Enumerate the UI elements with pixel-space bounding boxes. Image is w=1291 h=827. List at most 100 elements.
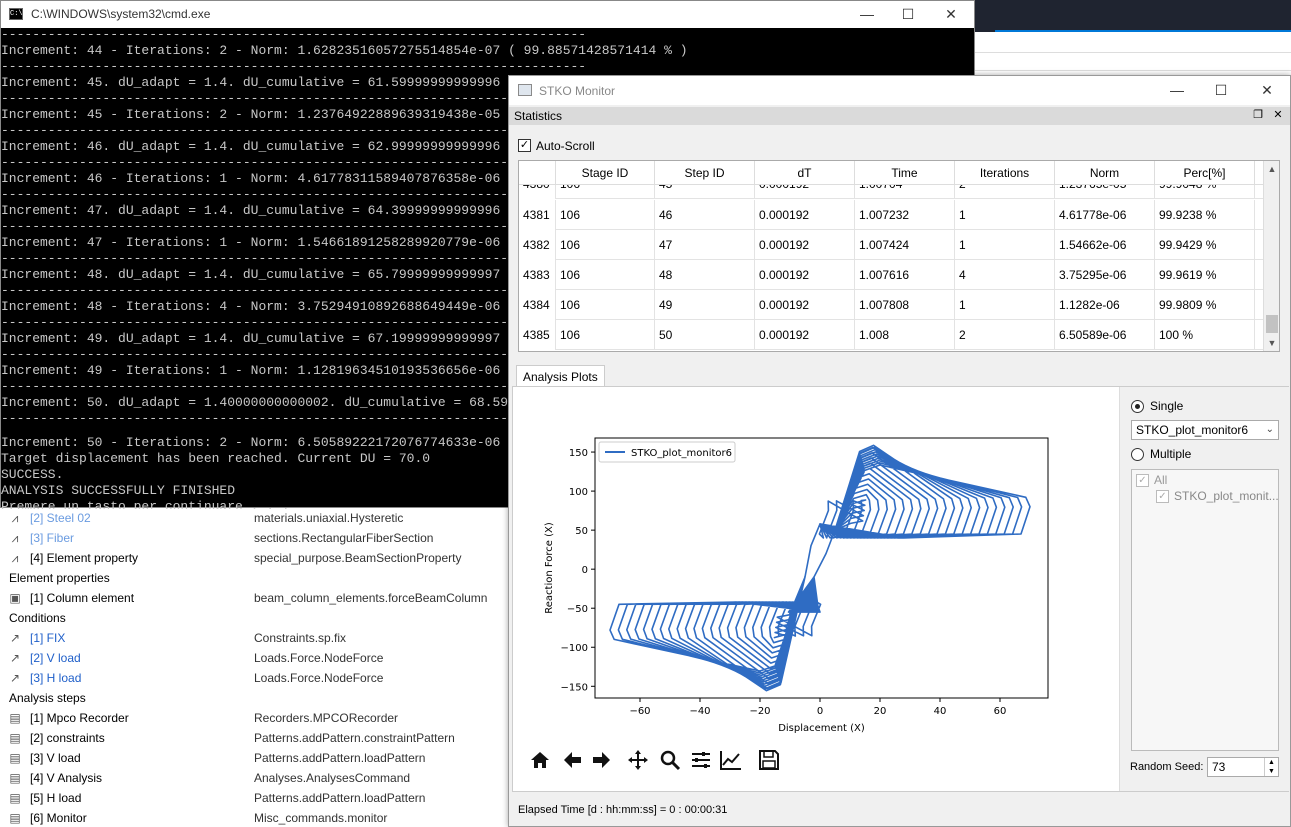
tree-item-type: materials.uniaxial.Hysteretic	[254, 511, 404, 525]
stko-titlebar[interactable]: STKO Monitor — ☐ ✕	[509, 76, 1290, 105]
tree-item[interactable]: ↗ [1] FIX Constraints.sp.fix	[0, 628, 520, 648]
tree-item-type: beam_column_elements.forceBeamColumn	[254, 591, 488, 605]
edit-axis-icon[interactable]	[718, 749, 744, 775]
table-cell: 100 %	[1155, 320, 1255, 350]
close-dock-icon[interactable]: ✕	[1271, 108, 1285, 122]
table-cell: 106	[556, 320, 655, 350]
table-cell: 1	[955, 200, 1055, 230]
divider	[975, 70, 1291, 71]
tree-item[interactable]: Analysis steps	[0, 688, 520, 708]
tree-item[interactable]: ▤ [3] V load Patterns.addPattern.loadPatte…	[0, 748, 520, 768]
column-header[interactable]: Time	[855, 161, 955, 185]
scroll-down-icon[interactable]: ▼	[1264, 335, 1279, 351]
tree-item[interactable]: ▤ [1] Mpco Recorder Recorders.MPCORecorder	[0, 708, 520, 728]
minimize-icon[interactable]: —	[1155, 79, 1199, 101]
maximize-icon[interactable]: ☐	[1199, 79, 1243, 101]
console-line-text: Increment: 45 - Iterations: 2 - Norm: 1.…	[1, 107, 501, 122]
tree-item[interactable]: ▤ [4] V Analysis Analyses.AnalysesCommand	[0, 768, 520, 788]
table-cell: 1.54662e-06	[1055, 230, 1155, 260]
tree-item[interactable]: ⩘ [4] Element property special_purpose.Bea…	[0, 548, 520, 568]
step-icon: ▤	[9, 811, 21, 825]
console-line-text: Increment: 48. dU_adapt = 1.4. dU_cumula…	[1, 267, 501, 282]
tree-item[interactable]: ▤ [2] constraints Patterns.addPattern.cons…	[0, 728, 520, 748]
console-line: Increment: 45. dU_adapt = 1.4. dU_cumula…	[1, 75, 500, 91]
table-cell: 99.9809 %	[1155, 290, 1255, 320]
table-cell: 1	[955, 290, 1055, 320]
table-cell: 106	[556, 290, 655, 320]
plot-monitor-checkbox[interactable]: ✓	[1156, 490, 1169, 503]
spin-arrows-icon[interactable]: ▲ ▼	[1264, 758, 1278, 776]
column-header[interactable]: dT	[755, 161, 855, 185]
tree-item-label: Element properties	[9, 571, 110, 585]
close-icon[interactable]: ✕	[1245, 79, 1289, 101]
table-cell: 48	[655, 260, 755, 290]
tree-item[interactable]: ⩘ [3] Fiber sections.RectangularFiberSecti…	[0, 528, 520, 548]
column-header[interactable]: Stage ID	[556, 161, 655, 185]
save-icon[interactable]	[756, 749, 782, 775]
table-row[interactable]: 4382 106 47 0.000192 1.007424 1 1.54662e-06 99.…	[519, 230, 1264, 260]
scroll-thumb[interactable]	[1266, 315, 1278, 333]
console-line: ----------------------------------------…	[1, 347, 586, 363]
plot-select[interactable]: STKO_plot_monitor6 ⌄	[1131, 420, 1279, 440]
table-row[interactable]: 4385 106 50 0.000192 1.008 2 6.50589e-06 100 %	[519, 320, 1264, 350]
column-header[interactable]: Step ID	[655, 161, 755, 185]
random-seed-spinbox[interactable]: 73 ▲ ▼	[1207, 757, 1279, 777]
table-cell: 1.007808	[855, 290, 955, 320]
model-tree-panel: ⩘ [2] Steel 02 materials.uniaxial.Hysteret…	[0, 505, 520, 827]
cmd-titlebar[interactable]: C:\ C:\WINDOWS\system32\cmd.exe — ☐ ✕	[1, 1, 974, 28]
minimize-icon[interactable]: —	[845, 3, 889, 25]
tree-item[interactable]: ↗ [3] H load Loads.Force.NodeForce	[0, 668, 520, 688]
multiple-radio[interactable]	[1131, 448, 1144, 461]
column-header[interactable]: Norm	[1055, 161, 1155, 185]
tree-item[interactable]: Element properties	[0, 568, 520, 588]
tab-analysis-plots[interactable]: Analysis Plots	[516, 365, 605, 387]
home-icon[interactable]	[527, 749, 553, 775]
tree-item[interactable]: ↗ [2] V load Loads.Force.NodeForce	[0, 648, 520, 668]
console-line-text: ----------------------------------------…	[1, 411, 587, 426]
console-line-text: Premere un tasto per continuare . . .	[1, 499, 298, 509]
tree-item[interactable]: ▤ [6] Monitor Misc_commands.monitor	[0, 808, 520, 827]
table-scrollbar[interactable]: ▲ ▼	[1263, 161, 1279, 351]
table-row[interactable]: 4381 106 46 0.000192 1.007232 1 4.61778e-06 99.…	[519, 200, 1264, 230]
table-row[interactable]: 4384 106 49 0.000192 1.007808 1 1.1282e-06 99.9…	[519, 290, 1264, 320]
table-cell: 0.000192	[755, 260, 855, 290]
console-line: ----------------------------------------…	[1, 379, 586, 395]
float-dock-icon[interactable]: ❐	[1251, 108, 1265, 122]
material-icon: ⩘	[11, 531, 19, 545]
column-header[interactable]: Perc[%]	[1155, 161, 1255, 185]
y-tick-label: 100	[569, 487, 588, 498]
all-checkbox[interactable]: ✓	[1136, 474, 1149, 487]
auto-scroll-label: Auto-Scroll	[536, 139, 595, 153]
console-line-text: Increment: 48 - Iterations: 4 - Norm: 3.…	[1, 299, 501, 314]
console-line-text: ----------------------------------------…	[1, 283, 587, 298]
tree-item[interactable]: ▣ [1] Column element beam_column_elements.…	[0, 588, 520, 608]
maximize-icon[interactable]: ☐	[886, 3, 930, 25]
tree-item[interactable]: ⩘ [2] Steel 02 materials.uniaxial.Hysteret…	[0, 508, 520, 528]
back-arrow-icon[interactable]	[559, 749, 585, 775]
forward-arrow-icon[interactable]	[589, 749, 615, 775]
tree-item[interactable]: Conditions	[0, 608, 520, 628]
element-icon: ▣	[9, 591, 21, 605]
close-icon[interactable]: ✕	[929, 3, 973, 25]
statistics-table[interactable]: 4380106450.0001921.0070421.23765e-0599.9…	[518, 160, 1280, 352]
scroll-up-icon[interactable]: ▲	[1264, 161, 1279, 177]
console-line-text: Increment: 46 - Iterations: 1 - Norm: 4.…	[1, 171, 501, 186]
column-header[interactable]: Iterations	[955, 161, 1055, 185]
tree-item[interactable]: ▤ [5] H load Patterns.addPattern.loadPatte…	[0, 788, 520, 808]
multiple-plot-list[interactable]: ✓ All ✓ STKO_plot_monit...	[1131, 469, 1279, 751]
table-cell: 106	[556, 230, 655, 260]
configure-subplots-icon[interactable]	[688, 749, 714, 775]
table-row[interactable]: 4383 106 48 0.000192 1.007616 4 3.75295e-06 99.…	[519, 260, 1264, 290]
console-line: ANALYSIS SUCCESSFULLY FINISHED	[1, 483, 235, 499]
x-tick-label: −40	[689, 706, 710, 717]
console-line-text: ----------------------------------------…	[1, 315, 587, 330]
table-cell: 2	[955, 320, 1055, 350]
single-radio[interactable]	[1131, 400, 1144, 413]
auto-scroll-checkbox[interactable]: ✓	[518, 139, 531, 152]
console-line: Increment: 47 - Iterations: 1 - Norm: 1.…	[1, 235, 500, 251]
hysteresis-chart[interactable]: −60 −40 −20 0 20 40 60 −150 −100 −50 0 50 100 150 Disp…	[513, 417, 1113, 757]
zoom-icon[interactable]	[657, 749, 683, 775]
console-line-text: Increment: 50 - Iterations: 2 - Norm: 6.…	[1, 435, 501, 450]
y-tick-label: −50	[567, 604, 588, 615]
pan-icon[interactable]	[625, 749, 651, 775]
